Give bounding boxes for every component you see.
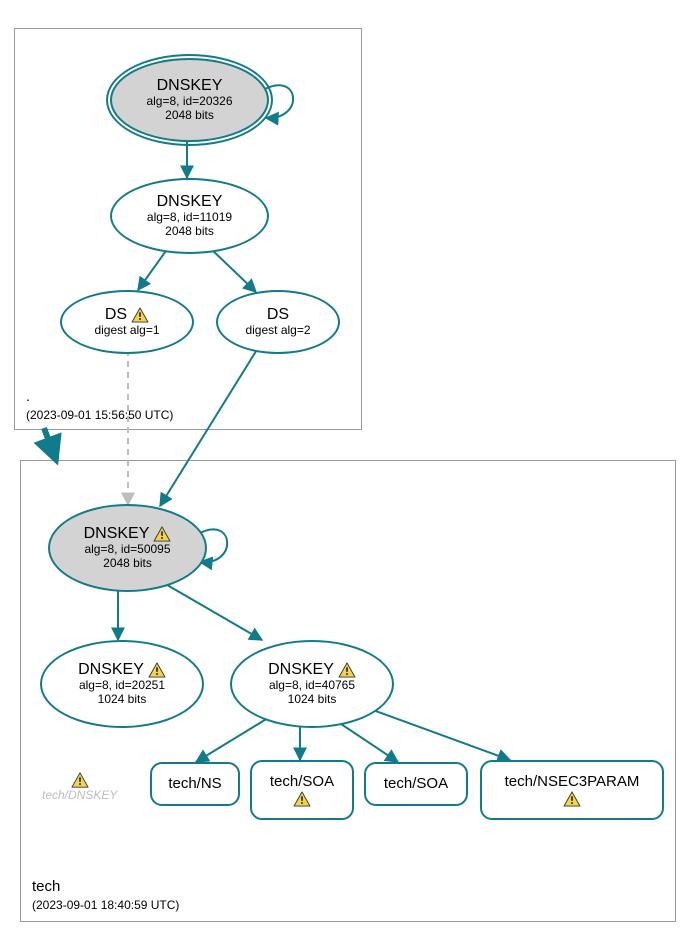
node-root-ksk-sub2: 2048 bits xyxy=(165,109,214,123)
warning-icon xyxy=(153,526,171,542)
node-tech-zsk1-sub1: alg=8, id=20251 xyxy=(79,679,165,693)
node-tech-ksk[interactable]: DNSKEY alg=8, id=50095 2048 bits xyxy=(48,504,207,592)
node-rr-tech-soa-warn[interactable]: tech/SOA xyxy=(250,760,354,820)
node-rr-tech-ns[interactable]: tech/NS xyxy=(150,762,240,806)
node-ds-alg1-sub: digest alg=1 xyxy=(94,324,159,338)
node-tech-ksk-sub1: alg=8, id=50095 xyxy=(84,543,170,557)
node-tech-ksk-sub2: 2048 bits xyxy=(103,557,152,571)
node-root-ksk-title: DNSKEY xyxy=(157,77,223,95)
node-tech-zsk-40765[interactable]: DNSKEY alg=8, id=40765 1024 bits xyxy=(230,640,394,728)
node-ds-alg1[interactable]: DS digest alg=1 xyxy=(60,290,194,354)
annotation-tech-dnskey-warn: tech/DNSKEY xyxy=(42,772,117,802)
node-rr-tech-nsec3param[interactable]: tech/NSEC3PARAM xyxy=(480,760,664,820)
node-root-ksk[interactable]: DNSKEY alg=8, id=20326 2048 bits xyxy=(110,58,269,142)
node-tech-zsk1-sub2: 1024 bits xyxy=(98,693,147,707)
warning-icon xyxy=(71,772,89,788)
node-tech-zsk2-sub1: alg=8, id=40765 xyxy=(269,679,355,693)
node-ds-alg2-sub: digest alg=2 xyxy=(245,324,310,338)
annotation-tech-dnskey-label: tech/DNSKEY xyxy=(42,788,117,802)
node-root-zsk-sub1: alg=8, id=11019 xyxy=(147,211,232,225)
warning-icon xyxy=(338,662,356,678)
node-rr-nsec3-title: tech/NSEC3PARAM xyxy=(505,773,640,790)
node-rr-tech-soa[interactable]: tech/SOA xyxy=(364,762,468,806)
node-root-zsk-title: DNSKEY xyxy=(157,193,223,211)
node-tech-zsk1-title: DNSKEY xyxy=(78,661,144,679)
node-ds-alg2-title: DS xyxy=(267,306,289,324)
node-tech-zsk-20251[interactable]: DNSKEY alg=8, id=20251 1024 bits xyxy=(40,640,204,728)
warning-icon xyxy=(148,662,166,678)
node-rr-soa-title: tech/SOA xyxy=(384,775,448,792)
node-tech-ksk-title: DNSKEY xyxy=(84,525,150,543)
zone-tech-label: tech xyxy=(32,878,60,895)
node-root-zsk[interactable]: DNSKEY alg=8, id=11019 2048 bits xyxy=(110,178,269,254)
edge-zone-root-to-tech xyxy=(44,428,56,460)
warning-icon xyxy=(563,791,581,807)
node-tech-zsk2-title: DNSKEY xyxy=(268,661,334,679)
node-ds-alg1-title: DS xyxy=(105,306,127,324)
warning-icon xyxy=(293,791,311,807)
node-root-zsk-sub2: 2048 bits xyxy=(165,225,214,239)
node-rr-soaw-title: tech/SOA xyxy=(270,773,334,790)
node-root-ksk-sub1: alg=8, id=20326 xyxy=(146,95,232,109)
node-ds-alg2[interactable]: DS digest alg=2 xyxy=(216,290,340,354)
warning-icon xyxy=(131,307,149,323)
zone-root-timestamp: (2023-09-01 15:56:50 UTC) xyxy=(26,408,173,422)
node-tech-zsk2-sub2: 1024 bits xyxy=(288,693,337,707)
zone-root-label: . xyxy=(26,388,30,404)
node-rr-ns-title: tech/NS xyxy=(168,775,221,792)
zone-tech-timestamp: (2023-09-01 18:40:59 UTC) xyxy=(32,898,179,912)
